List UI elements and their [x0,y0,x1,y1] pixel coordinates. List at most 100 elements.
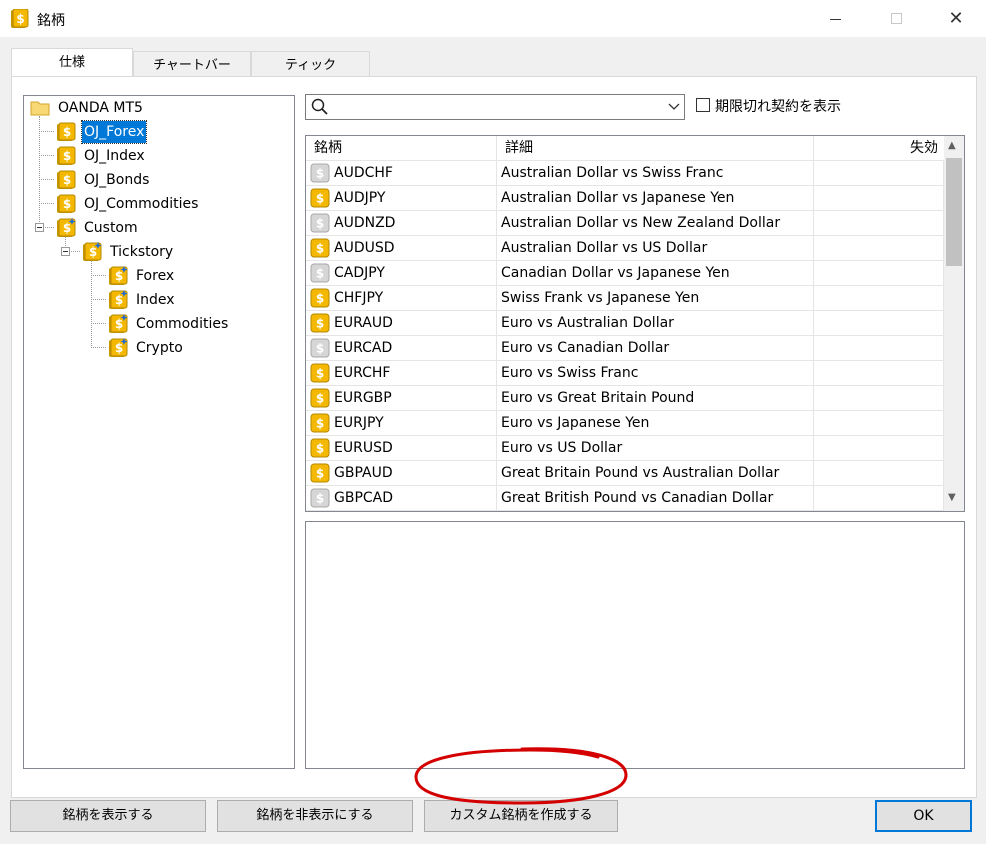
description-cell: Australian Dollar vs US Dollar [497,236,814,261]
tree-item-commodities[interactable]: $ Commodities [108,313,288,335]
symbol-cell: $ GBPCAD [306,486,497,511]
tree-item-label: OANDA MT5 [58,100,143,116]
tree-item-forex[interactable]: $ Forex [108,265,288,287]
symbol-name: AUDUSD [334,240,395,256]
table-row[interactable]: $ EURUSD Euro vs US Dollar [306,436,944,461]
table-row[interactable]: $ GBPAUD Great Britain Pound vs Australian… [306,461,944,486]
search-icon [311,98,328,115]
gray-coin-icon: $ [310,263,330,283]
checkbox-box[interactable] [696,98,710,112]
collapse-toggle-custom[interactable] [35,223,44,232]
create-custom-symbol-button[interactable]: カスタム銘柄を作成する [424,800,618,832]
table-row[interactable]: $ CADJPY Canadian Dollar vs Japanese Yen [306,261,944,286]
tree-item-root[interactable]: OANDA MT5 [30,97,230,119]
symbol-cell: $ EURUSD [306,436,497,461]
expiration-cell [814,261,944,286]
gray-coin-icon: $ [310,163,330,183]
tab-panel: OANDA MT5 $ OJ_Forex $ OJ_Index $ OJ_Bon… [11,76,977,798]
tree-connector [91,323,106,324]
symbols-table[interactable]: 銘柄 詳細 失効 $ AUDCHF Australian Dollar vs Swi… [305,135,965,512]
symbol-search-combo[interactable] [305,94,685,120]
tree-connector [39,116,40,228]
tab-ticks[interactable]: ティック [251,51,370,79]
symbol-name: AUDJPY [334,190,386,206]
description-cell: Australian Dollar vs New Zealand Dollar [497,211,814,236]
svg-text:$: $ [316,392,324,406]
scrollbar-thumb[interactable] [946,158,962,266]
table-row[interactable]: $ EURCHF Euro vs Swiss Franc [306,361,944,386]
symbol-details-panel [305,521,965,769]
show-symbol-button[interactable]: 銘柄を表示する [10,800,206,832]
expiration-cell [814,411,944,436]
tree-connector [91,275,106,276]
description-cell: Euro vs Japanese Yen [497,411,814,436]
coin-star-icon: $ [109,338,128,357]
ok-button[interactable]: OK [875,800,972,832]
gray-coin-icon: $ [310,338,330,358]
tree-item-crypto[interactable]: $ Crypto [108,337,288,359]
description-cell: Euro vs US Dollar [497,436,814,461]
symbol-name: EURUSD [334,440,393,456]
tree-item-oj-bonds[interactable]: $ OJ_Bonds [56,169,256,191]
tab-chart-bars[interactable]: チャートバー [133,51,251,79]
chevron-down-icon[interactable] [668,100,680,112]
folder-icon [30,101,50,116]
symbol-name: CHFJPY [334,290,384,306]
svg-text:$: $ [316,267,324,281]
svg-text:$: $ [63,125,71,139]
gold-coin-icon: $ [310,438,330,458]
coin-star-icon: $ [57,218,76,237]
column-header-description[interactable]: 詳細 [497,136,814,161]
table-row[interactable]: $ AUDJPY Australian Dollar vs Japanese Yen [306,186,944,211]
tree-item-tickstory[interactable]: $ Tickstory [82,241,282,263]
table-row[interactable]: $ EURCAD Euro vs Canadian Dollar [306,336,944,361]
gold-coin-icon: $ [57,194,76,213]
minimize-icon [830,19,841,20]
symbol-tree[interactable]: OANDA MT5 $ OJ_Forex $ OJ_Index $ OJ_Bon… [23,95,295,769]
gold-coin-icon: $ [310,238,330,258]
table-row[interactable]: $ GBPCAD Great British Pound vs Canadian D… [306,486,944,511]
gold-coin-icon: $ [57,170,76,189]
svg-text:$: $ [316,192,324,206]
tree-item-oj-forex[interactable]: $ OJ_Forex [56,120,256,144]
collapse-toggle-tickstory[interactable] [61,247,70,256]
description-cell: Euro vs Great Britain Pound [497,386,814,411]
table-row[interactable]: $ EURJPY Euro vs Japanese Yen [306,411,944,436]
tree-item-label: Tickstory [110,244,174,260]
vertical-scrollbar[interactable]: ▲ ▼ [944,136,964,511]
table-row[interactable]: $ AUDUSD Australian Dollar vs US Dollar [306,236,944,261]
svg-text:$: $ [316,292,324,306]
scroll-up-icon[interactable]: ▲ [948,140,956,151]
hide-symbol-button[interactable]: 銘柄を非表示にする [217,800,413,832]
table-row[interactable]: $ AUDCHF Australian Dollar vs Swiss Franc [306,161,944,186]
tree-connector [39,179,54,180]
tree-item-oj-commodities[interactable]: $ OJ_Commodities [56,193,276,215]
symbol-name: GBPCAD [334,490,394,506]
symbol-cell: $ EURJPY [306,411,497,436]
expiration-cell [814,386,944,411]
gold-coin-icon: $ [57,146,76,165]
minimize-button[interactable] [806,0,866,38]
tree-item-custom[interactable]: $ Custom [56,217,256,239]
close-button[interactable]: ✕ [926,0,986,38]
tree-item-index[interactable]: $ Index [108,289,288,311]
table-header: 銘柄 詳細 失効 [306,136,944,161]
symbol-cell: $ AUDUSD [306,236,497,261]
table-row[interactable]: $ EURGBP Euro vs Great Britain Pound [306,386,944,411]
column-header-expiration[interactable]: 失効 [814,136,944,161]
table-row[interactable]: $ EURAUD Euro vs Australian Dollar [306,311,944,336]
expiration-cell [814,436,944,461]
gray-coin-icon: $ [310,213,330,233]
tab-specifications[interactable]: 仕様 [11,48,133,78]
scroll-down-icon[interactable]: ▼ [948,492,956,503]
coin-star-icon: $ [109,314,128,333]
column-header-symbol[interactable]: 銘柄 [306,136,497,161]
tree-item-oj-index[interactable]: $ OJ_Index [56,145,256,167]
search-input[interactable] [334,97,654,117]
description-cell: Canadian Dollar vs Japanese Yen [497,261,814,286]
table-row[interactable]: $ AUDNZD Australian Dollar vs New Zealand … [306,211,944,236]
svg-text:$: $ [115,269,123,283]
table-row[interactable]: $ CHFJPY Swiss Frank vs Japanese Yen [306,286,944,311]
svg-text:$: $ [115,341,123,355]
symbol-cell: $ CHFJPY [306,286,497,311]
